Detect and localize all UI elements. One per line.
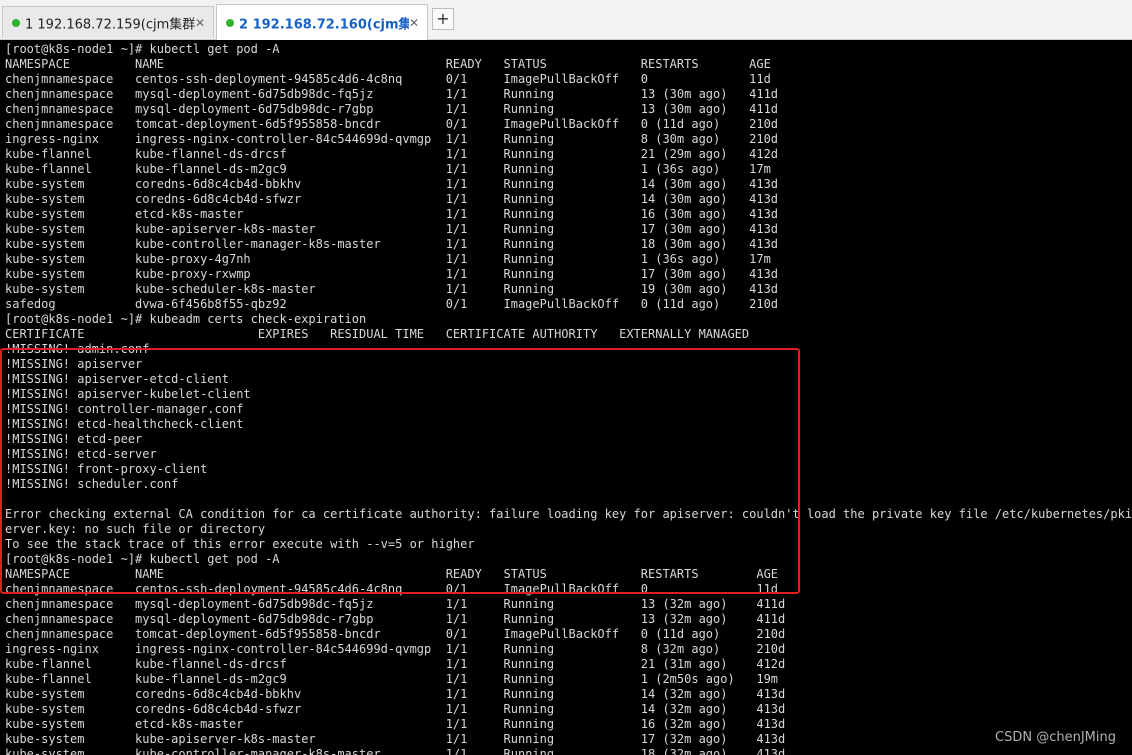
terminal-line: chenjmnamespace mysql-deployment-6d75db9… [5, 102, 779, 116]
terminal-line: chenjmnamespace centos-ssh-deployment-94… [5, 582, 779, 596]
terminal-line: safedog dvwa-6f456b8f55-qbz92 0/1 ImageP… [5, 297, 779, 311]
terminal-line: !MISSING! etcd-healthcheck-client [5, 417, 244, 431]
terminal-line: kube-flannel kube-flannel-ds-drcsf 1/1 R… [5, 657, 786, 671]
terminal-line: [root@k8s-node1 ~]# kubectl get pod -A [5, 552, 280, 566]
terminal-line: !MISSING! apiserver-etcd-client [5, 372, 229, 386]
terminal-line: ingress-nginx ingress-nginx-controller-8… [5, 132, 779, 146]
terminal-line: kube-system kube-apiserver-k8s-master 1/… [5, 732, 786, 746]
terminal-line: kube-system kube-proxy-4g7nh 1/1 Running… [5, 252, 771, 266]
terminal-line: chenjmnamespace mysql-deployment-6d75db9… [5, 87, 779, 101]
close-icon[interactable]: ✕ [409, 16, 419, 30]
tab-label: 2 192.168.72.160(cjm集群node1) [239, 17, 409, 32]
terminal-line: chenjmnamespace tomcat-deployment-6d5f95… [5, 117, 779, 131]
terminal-line: !MISSING! front-proxy-client [5, 462, 208, 476]
terminal-line: kube-system kube-proxy-rxwmp 1/1 Running… [5, 267, 779, 281]
new-tab-button[interactable]: + [432, 8, 454, 30]
terminal-line: !MISSING! scheduler.conf [5, 477, 179, 491]
tab-bar: 1 192.168.72.159(cjm集群master) ✕ 2 192.16… [0, 0, 1132, 40]
terminal-line: kube-flannel kube-flannel-ds-m2gc9 1/1 R… [5, 672, 779, 686]
tab-session-2[interactable]: 2 192.168.72.160(cjm集群node1) ✕ [216, 4, 428, 40]
terminal-line: kube-system coredns-6d8c4cb4d-sfwzr 1/1 … [5, 702, 786, 716]
terminal-line: kube-flannel kube-flannel-ds-drcsf 1/1 R… [5, 147, 779, 161]
tab-session-1[interactable]: 1 192.168.72.159(cjm集群master) ✕ [2, 6, 214, 38]
terminal-line: Error checking external CA condition for… [5, 507, 1132, 521]
connection-status-icon [12, 18, 20, 27]
connection-status-icon [226, 18, 234, 27]
terminal-line: kube-flannel kube-flannel-ds-m2gc9 1/1 R… [5, 162, 771, 176]
terminal-lines: [root@k8s-node1 ~]# kubectl get pod -A NA… [5, 42, 1132, 755]
terminal-line: kube-system etcd-k8s-master 1/1 Running … [5, 207, 779, 221]
terminal-line: !MISSING! admin.conf [5, 342, 150, 356]
terminal-line: !MISSING! etcd-server [5, 447, 157, 461]
terminal-line: kube-system etcd-k8s-master 1/1 Running … [5, 717, 786, 731]
terminal-line: chenjmnamespace mysql-deployment-6d75db9… [5, 597, 786, 611]
terminal-line: kube-system coredns-6d8c4cb4d-sfwzr 1/1 … [5, 192, 779, 206]
terminal-line: ingress-nginx ingress-nginx-controller-8… [5, 642, 786, 656]
terminal-output[interactable]: [root@k8s-node1 ~]# kubectl get pod -A NA… [0, 40, 1132, 755]
watermark: CSDN @chenJMing [995, 730, 1116, 745]
terminal-line: chenjmnamespace centos-ssh-deployment-94… [5, 72, 771, 86]
terminal-line: !MISSING! apiserver [5, 357, 143, 371]
terminal-line: CERTIFICATE EXPIRES RESIDUAL TIME CERTIF… [5, 327, 750, 341]
terminal-line: chenjmnamespace mysql-deployment-6d75db9… [5, 612, 786, 626]
terminal-line: kube-system kube-apiserver-k8s-master 1/… [5, 222, 779, 236]
terminal-line: NAMESPACE NAME READY STATUS RESTARTS AGE [5, 57, 771, 71]
terminal-line: !MISSING! etcd-peer [5, 432, 143, 446]
terminal-line: kube-system kube-scheduler-k8s-master 1/… [5, 282, 779, 296]
terminal-line: !MISSING! apiserver-kubelet-client [5, 387, 251, 401]
terminal-line: NAMESPACE NAME READY STATUS RESTARTS AGE [5, 567, 779, 581]
tab-label: 1 192.168.72.159(cjm集群master) [25, 17, 195, 32]
close-icon[interactable]: ✕ [195, 16, 205, 30]
terminal-line: kube-system coredns-6d8c4cb4d-bbkhv 1/1 … [5, 177, 779, 191]
terminal-line: erver.key: no such file or directory [5, 522, 266, 536]
terminal-line: !MISSING! controller-manager.conf [5, 402, 244, 416]
terminal-line: [root@k8s-node1 ~]# kubeadm certs check-… [5, 312, 367, 326]
terminal-line: kube-system kube-controller-manager-k8s-… [5, 747, 786, 755]
terminal-line: [root@k8s-node1 ~]# kubectl get pod -A [5, 42, 280, 56]
terminal-line: chenjmnamespace tomcat-deployment-6d5f95… [5, 627, 786, 641]
terminal-line: To see the stack trace of this error exe… [5, 537, 475, 551]
terminal-line: kube-system kube-controller-manager-k8s-… [5, 237, 779, 251]
terminal-line: kube-system coredns-6d8c4cb4d-bbkhv 1/1 … [5, 687, 786, 701]
